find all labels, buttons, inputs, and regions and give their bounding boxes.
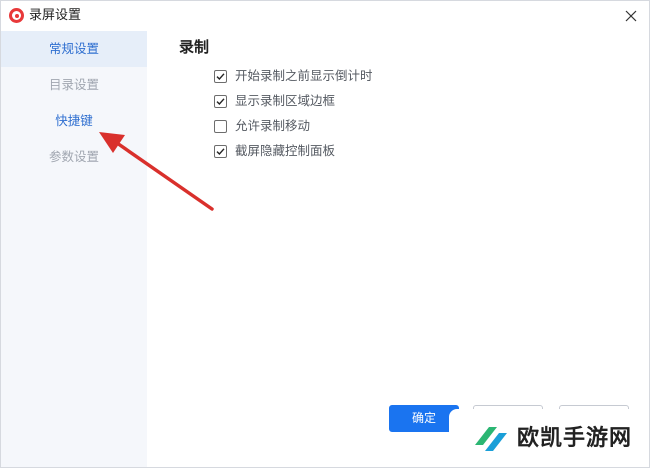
- option-label: 开始录制之前显示倒计时: [235, 68, 373, 83]
- window-title: 录屏设置: [29, 8, 82, 23]
- checkbox-hide-panel[interactable]: [214, 144, 227, 158]
- close-button[interactable]: [619, 4, 643, 28]
- watermark-text: 欧凯手游网: [517, 426, 633, 451]
- sidebar-item-directory[interactable]: 目录设置: [1, 67, 147, 103]
- option-countdown[interactable]: 开始录制之前显示倒计时: [214, 67, 373, 85]
- settings-content: 录制 开始录制之前显示倒计时 显示录制区域边框 允许录制移动 截屏隐藏控制面板 …: [147, 31, 649, 467]
- option-hide-panel[interactable]: 截屏隐藏控制面板: [214, 142, 335, 160]
- sidebar-item-hotkeys[interactable]: 快捷键: [1, 103, 147, 139]
- section-title: 录制: [179, 38, 210, 56]
- check-icon: [216, 147, 225, 155]
- check-icon: [216, 72, 225, 80]
- sidebar-item-general[interactable]: 常规设置: [1, 31, 147, 67]
- option-label: 截屏隐藏控制面板: [235, 143, 336, 158]
- settings-window: 录屏设置 常规设置 目录设置 快捷键 参数设置 录制 开始录制之前显示倒计时 显…: [0, 0, 650, 468]
- sidebar: 常规设置 目录设置 快捷键 参数设置: [1, 31, 147, 467]
- checkbox-show-border[interactable]: [214, 94, 227, 108]
- check-icon: [216, 97, 225, 105]
- option-show-border[interactable]: 显示录制区域边框: [214, 92, 335, 110]
- sidebar-item-parameters[interactable]: 参数设置: [1, 139, 147, 175]
- watermark-logo-icon: [475, 427, 507, 451]
- title-bar: 录屏设置: [1, 1, 649, 31]
- option-label: 显示录制区域边框: [235, 93, 336, 108]
- record-icon: [9, 8, 24, 23]
- checkbox-countdown[interactable]: [214, 69, 227, 83]
- option-label: 允许录制移动: [235, 118, 311, 133]
- watermark: 欧凯手游网: [449, 409, 649, 467]
- option-allow-move[interactable]: 允许录制移动: [214, 117, 310, 135]
- close-icon: [625, 10, 637, 22]
- checkbox-allow-move[interactable]: [214, 119, 227, 133]
